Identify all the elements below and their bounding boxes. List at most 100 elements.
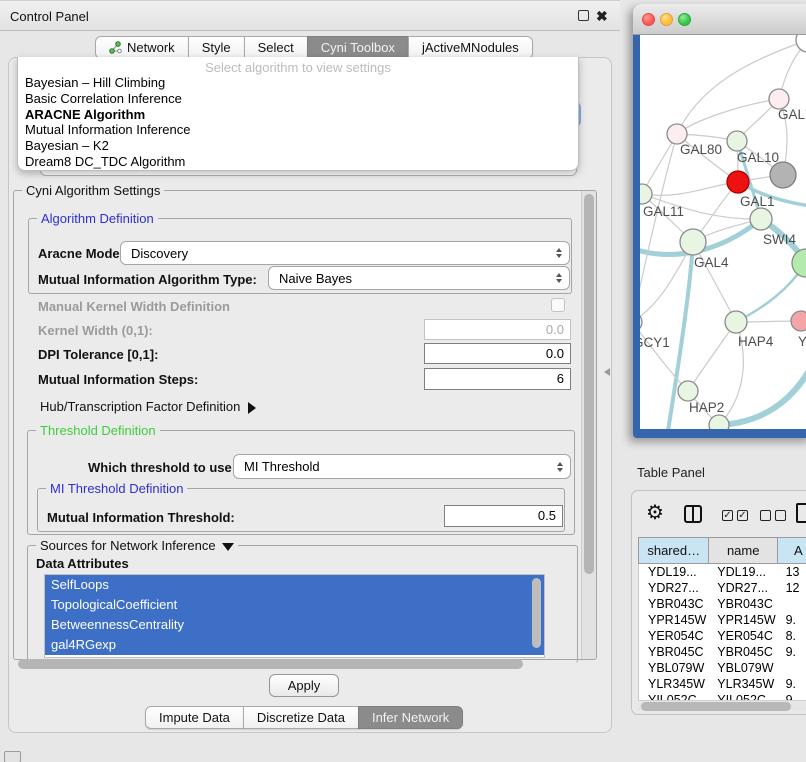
network-node[interactable] bbox=[709, 415, 729, 429]
kernel-width-field[interactable]: 0.0 bbox=[424, 319, 571, 340]
checked-checkbox-icon-2[interactable]: ✓ bbox=[737, 510, 748, 521]
tab-label: Network bbox=[127, 40, 175, 55]
table-row[interactable]: YBR045CYBR045C9. bbox=[639, 644, 806, 660]
network-node[interactable] bbox=[667, 124, 687, 144]
manual-kernel-checkbox[interactable] bbox=[551, 298, 565, 312]
mi-steps-field[interactable]: 6 bbox=[424, 368, 571, 390]
apply-button[interactable]: Apply bbox=[269, 674, 339, 697]
network-node[interactable] bbox=[792, 249, 806, 277]
network-canvas[interactable]: GAL7GAL80GAL10GAL1GAL11SWI4GAL4GCY1HAP4Y… bbox=[640, 35, 806, 429]
tab-select[interactable]: Select bbox=[244, 36, 308, 59]
manual-kernel-label: Manual Kernel Width Definition bbox=[38, 299, 230, 314]
table-cell: YBL079W bbox=[639, 660, 710, 676]
table-row[interactable]: YLR345WYLR345W9. bbox=[639, 676, 806, 692]
network-node[interactable] bbox=[770, 162, 796, 188]
table-panel-title: Table Panel bbox=[637, 465, 705, 480]
application-root: Control Panel ✖ Network Style Select Cyni T… bbox=[0, 0, 806, 762]
tab-jactivemnodules[interactable]: jActiveMNodules bbox=[408, 36, 533, 59]
network-node[interactable] bbox=[791, 311, 806, 331]
settings-hscrollbar-thumb[interactable] bbox=[18, 659, 523, 669]
table-row[interactable]: YPR145WYPR145W9. bbox=[639, 612, 806, 628]
network-node[interactable] bbox=[750, 208, 772, 230]
attribute-item[interactable]: gal4RGexp bbox=[45, 635, 544, 655]
node-table: shared…nameA YDL19...YDL19...13YDR27...Y… bbox=[638, 537, 806, 700]
mi-type-combobox[interactable]: Naive Bayes bbox=[268, 266, 570, 290]
float-icon[interactable] bbox=[578, 10, 589, 21]
settings-scrollbar-track[interactable] bbox=[581, 191, 596, 659]
mi-steps-label: Mutual Information Steps: bbox=[38, 372, 198, 387]
table-cell: YDR27... bbox=[710, 580, 778, 596]
tab-impute-data[interactable]: Impute Data bbox=[145, 706, 244, 729]
columns-icon[interactable] bbox=[684, 505, 702, 523]
table-hscrollbar-thumb[interactable] bbox=[641, 702, 791, 711]
close-icon[interactable]: ✖ bbox=[596, 10, 608, 22]
attribute-item[interactable]: TopologicalCoefficient bbox=[45, 595, 544, 615]
minimize-traffic-light-icon[interactable] bbox=[660, 13, 673, 26]
aracne-mode-combobox[interactable]: Discovery bbox=[120, 241, 570, 265]
tab-network[interactable]: Network bbox=[95, 36, 189, 59]
tab-infer-network[interactable]: Infer Network bbox=[358, 706, 463, 729]
close-traffic-light-icon[interactable] bbox=[642, 13, 655, 26]
table-row[interactable]: YBR043CYBR043C bbox=[639, 596, 806, 612]
settings-scrollbar-thumb[interactable] bbox=[584, 194, 594, 574]
network-node[interactable] bbox=[727, 131, 747, 151]
data-attributes-label: Data Attributes bbox=[36, 556, 129, 571]
algorithm-option[interactable]: Dream8 DC_TDC Algorithm bbox=[18, 154, 578, 170]
mi-threshold-label: Mutual Information Threshold: bbox=[47, 510, 235, 525]
network-node[interactable] bbox=[678, 381, 698, 401]
tab-style[interactable]: Style bbox=[188, 36, 245, 59]
tab-discretize-data[interactable]: Discretize Data bbox=[243, 706, 359, 729]
algorithm-option[interactable]: Basic Correlation Inference bbox=[18, 91, 578, 107]
unchecked-checkbox-icon-1[interactable] bbox=[760, 510, 771, 521]
attributes-scrollbar[interactable] bbox=[532, 578, 541, 648]
network-node[interactable] bbox=[680, 229, 706, 255]
attribute-item[interactable]: BetweennessCentrality bbox=[45, 615, 544, 635]
sources-group-title[interactable]: Sources for Network Inference bbox=[36, 538, 238, 553]
node-label: SWI4 bbox=[763, 232, 796, 247]
checked-checkbox-icon-1[interactable]: ✓ bbox=[722, 510, 733, 521]
algorithm-option[interactable]: Mutual Information Inference bbox=[18, 122, 578, 138]
network-edge bbox=[688, 322, 736, 391]
table-row[interactable]: YDR27...YDR27...12 bbox=[639, 580, 806, 596]
hub-definition-toggle[interactable]: Hub/Transcription Factor Definition bbox=[40, 399, 256, 414]
collapsed-arrow-icon bbox=[248, 402, 256, 414]
dock-mini-button[interactable] bbox=[4, 751, 21, 762]
algorithm-option[interactable]: Bayesian – K2 bbox=[18, 138, 578, 154]
table-cell: YLR345W bbox=[710, 676, 778, 692]
table-row[interactable]: YIL052CYIL052C9 bbox=[639, 692, 806, 700]
which-threshold-value: MI Threshold bbox=[244, 459, 320, 474]
table-row[interactable]: YER054CYER054C8. bbox=[639, 628, 806, 644]
column-header[interactable]: shared… bbox=[638, 537, 709, 564]
gear-icon[interactable]: ⚙ bbox=[646, 500, 664, 525]
data-attributes-list: SelfLoopsTopologicalCoefficientBetweenne… bbox=[44, 574, 545, 658]
sources-title-text: Sources for Network Inference bbox=[40, 538, 216, 553]
kernel-width-label: Kernel Width (0,1): bbox=[38, 323, 153, 338]
table-cell: YIL052C bbox=[710, 692, 778, 700]
algorithm-option[interactable]: Bayesian – Hill Climbing bbox=[18, 75, 578, 91]
node-label: GAL10 bbox=[737, 150, 779, 165]
table-row[interactable]: YBL079WYBL079W bbox=[639, 660, 806, 676]
tab-label: Select bbox=[258, 40, 294, 55]
zoom-traffic-light-icon[interactable] bbox=[678, 13, 691, 26]
mi-threshold-field[interactable]: 0.5 bbox=[444, 505, 563, 527]
table-header-row: shared…nameA bbox=[638, 537, 806, 564]
column-header[interactable]: A bbox=[778, 537, 806, 564]
network-node[interactable] bbox=[796, 35, 806, 52]
network-node[interactable] bbox=[727, 171, 749, 193]
network-edge bbox=[640, 134, 677, 322]
document-icon[interactable] bbox=[796, 503, 806, 523]
algorithm-option[interactable]: ARACNE Algorithm bbox=[18, 107, 578, 123]
which-threshold-combobox[interactable]: MI Threshold bbox=[233, 454, 571, 479]
control-panel-title: Control Panel bbox=[10, 9, 89, 24]
attribute-item[interactable]: SelfLoops bbox=[45, 575, 544, 595]
expanded-arrow-icon bbox=[222, 543, 234, 551]
unchecked-checkbox-icon-2[interactable] bbox=[775, 510, 786, 521]
dpi-tolerance-field[interactable]: 0.0 bbox=[424, 343, 571, 364]
table-row[interactable]: YDL19...YDL19...13 bbox=[639, 564, 806, 580]
network-node[interactable] bbox=[725, 311, 747, 333]
column-header[interactable]: name bbox=[709, 537, 778, 564]
network-node[interactable] bbox=[769, 89, 789, 109]
splitpane-collapse-icon[interactable] bbox=[604, 368, 610, 376]
tab-cyni-toolbox[interactable]: Cyni Toolbox bbox=[307, 36, 409, 59]
table-hscrollbar[interactable] bbox=[638, 700, 806, 711]
